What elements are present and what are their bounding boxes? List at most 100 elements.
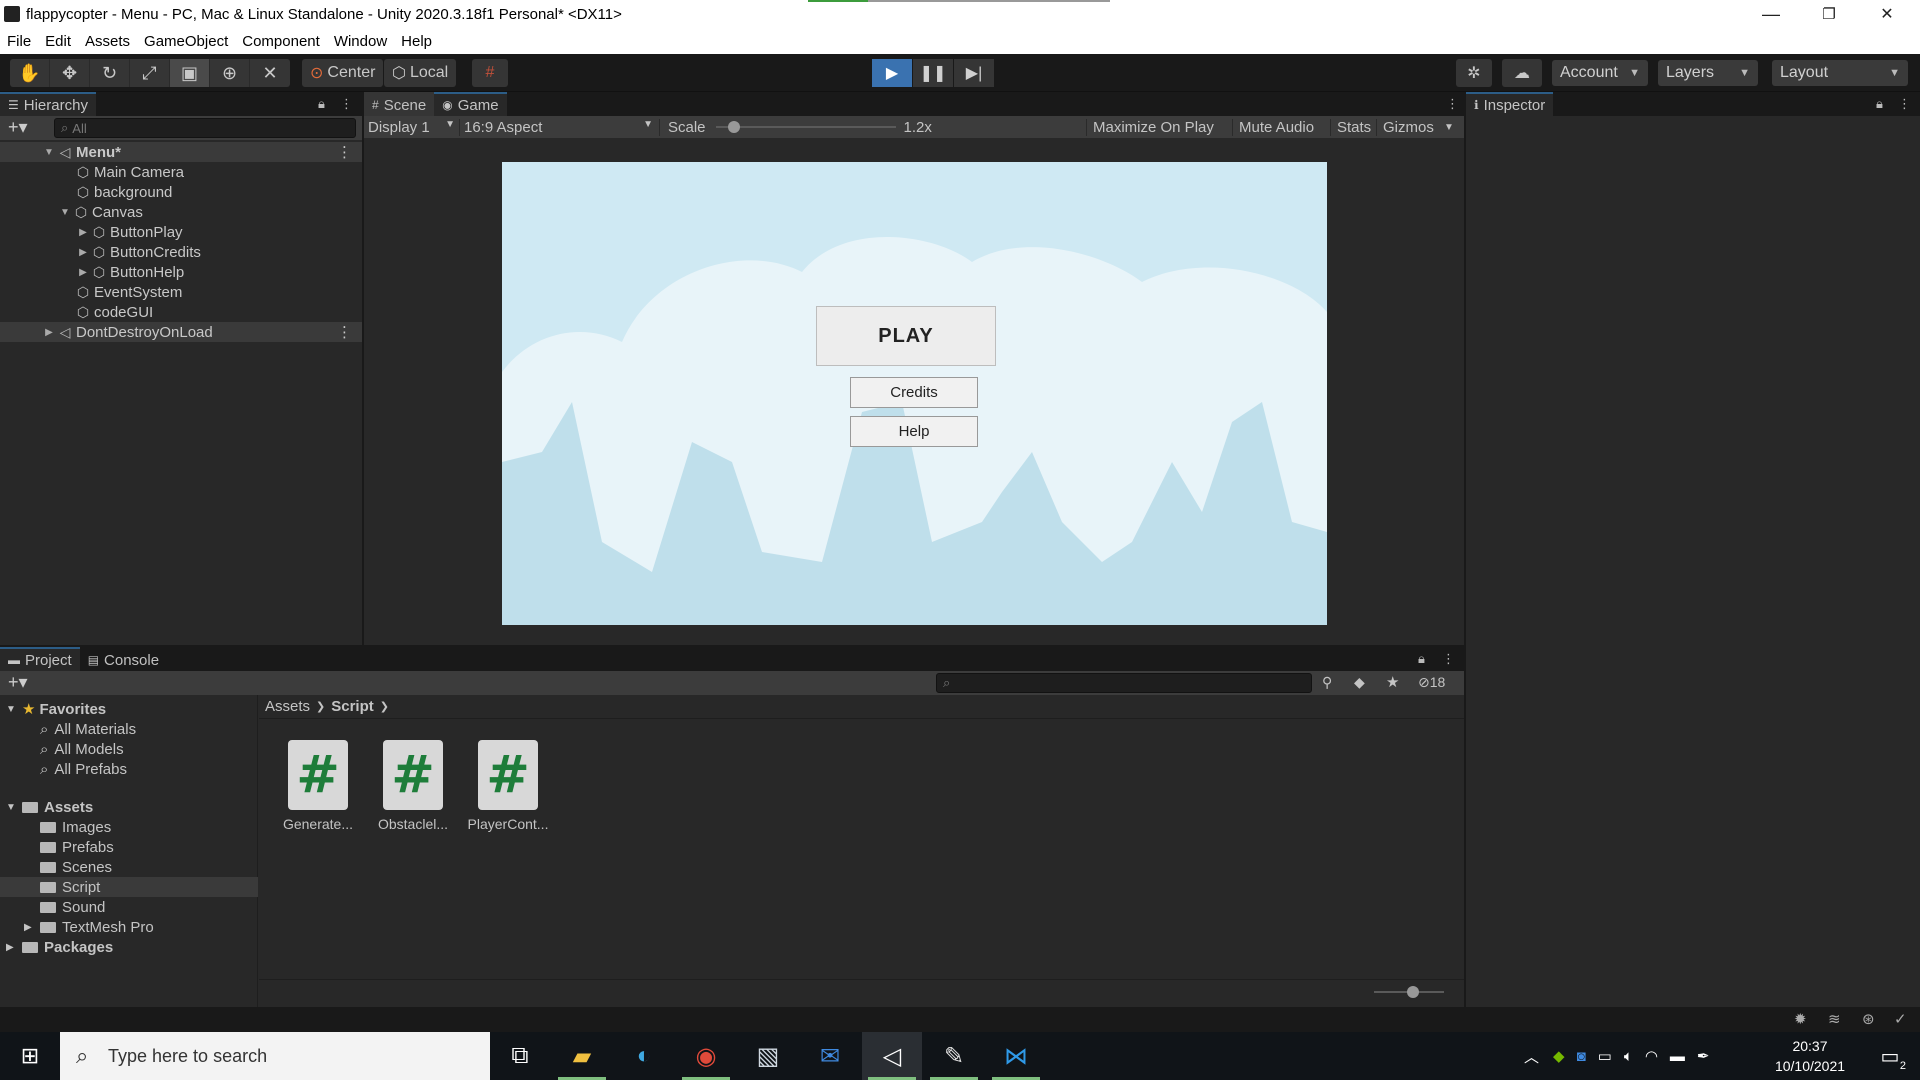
- script-file-generate[interactable]: # Generate...: [273, 740, 363, 832]
- pivot-center-toggle[interactable]: ⊙ Center: [302, 59, 384, 87]
- stats-toggle[interactable]: Stats: [1330, 118, 1377, 136]
- cloud-icon[interactable]: ☁: [1502, 59, 1542, 87]
- folder-textmesh-pro[interactable]: ▶ TextMesh Pro: [24, 917, 154, 937]
- check-icon[interactable]: ✓: [1894, 1010, 1907, 1028]
- unity-taskbar-icon[interactable]: ◁: [862, 1032, 922, 1080]
- folder-script[interactable]: Script: [40, 877, 100, 897]
- custom-tool-icon[interactable]: ✕: [250, 59, 290, 87]
- folder-images[interactable]: Images: [40, 817, 111, 837]
- taskbar-search[interactable]: ⌕ Type here to search: [60, 1032, 490, 1080]
- play-icon[interactable]: ▶: [872, 59, 912, 87]
- hand-tool-icon[interactable]: ✋: [10, 59, 50, 87]
- hierarchy-search[interactable]: ⌕ All: [54, 118, 356, 138]
- add-icon[interactable]: +▾: [8, 117, 28, 138]
- pivot-local-toggle[interactable]: ⬡ Local: [384, 59, 457, 87]
- hierarchy-row-background[interactable]: ⬡ background: [0, 182, 362, 202]
- assets-folder[interactable]: ▼ Assets: [6, 797, 93, 817]
- collab-icon[interactable]: ✲: [1456, 59, 1492, 87]
- add-icon[interactable]: +▾: [8, 672, 28, 693]
- mute-audio-toggle[interactable]: Mute Audio: [1232, 118, 1320, 136]
- wifi-icon[interactable]: ◠: [1645, 1047, 1658, 1065]
- display-dropdown[interactable]: Display 1 ▼: [364, 118, 460, 136]
- nvidia-icon[interactable]: ◆: [1553, 1047, 1565, 1065]
- script-file-playercontroller[interactable]: # PlayerCont...: [463, 740, 553, 832]
- credits-game-button[interactable]: Credits: [850, 377, 978, 408]
- vscode-icon[interactable]: ⋈: [986, 1032, 1046, 1080]
- hierarchy-row-buttonplay[interactable]: ▶ ⬡ ButtonPlay: [0, 222, 362, 242]
- lock-icon[interactable]: 🔒︎: [318, 96, 325, 112]
- menu-assets[interactable]: Assets: [78, 33, 137, 50]
- layers-status-icon[interactable]: ≋: [1828, 1010, 1841, 1028]
- folder-sound[interactable]: Sound: [40, 897, 105, 917]
- mail-icon[interactable]: ✉: [800, 1032, 860, 1080]
- maximize-on-play-toggle[interactable]: Maximize On Play: [1086, 118, 1220, 136]
- tab-console[interactable]: ▤ Console: [79, 647, 168, 671]
- notification-icon[interactable]: ▭ 2: [1862, 1032, 1918, 1080]
- fav-all-materials[interactable]: ⌕ All Materials: [40, 719, 136, 739]
- menu-file[interactable]: File: [0, 33, 38, 50]
- rect-tool-icon[interactable]: ▣: [170, 59, 210, 87]
- folder-scenes[interactable]: Scenes: [40, 857, 112, 877]
- fav-all-prefabs[interactable]: ⌕ All Prefabs: [40, 759, 127, 779]
- label-icon[interactable]: ◆: [1354, 674, 1365, 691]
- teams-icon[interactable]: ◙: [1577, 1048, 1586, 1065]
- chevron-up-icon[interactable]: ︿: [1524, 1046, 1539, 1067]
- drive-icon[interactable]: ▭: [1598, 1047, 1612, 1065]
- grid-snap-icon[interactable]: #: [472, 59, 508, 87]
- step-icon[interactable]: ▶|: [954, 59, 994, 87]
- help-game-button[interactable]: Help: [850, 416, 978, 447]
- favorites-item[interactable]: ▼ ★ Favorites: [6, 699, 106, 719]
- file-explorer-icon[interactable]: ▰: [552, 1032, 612, 1080]
- aspect-dropdown[interactable]: 16:9 Aspect ▼: [460, 118, 660, 136]
- debug-icon[interactable]: ✹: [1794, 1010, 1807, 1028]
- play-game-button[interactable]: PLAY: [816, 306, 996, 366]
- scale-slider[interactable]: [715, 116, 896, 138]
- more-options-icon[interactable]: ⋮: [337, 323, 352, 341]
- hierarchy-row-main-camera[interactable]: ⬡ Main Camera: [0, 162, 362, 182]
- project-search[interactable]: ⌕: [936, 673, 1312, 693]
- menu-window[interactable]: Window: [327, 33, 394, 50]
- chevron-down-icon[interactable]: ▼: [1444, 122, 1454, 133]
- hierarchy-row-scene[interactable]: ▼ ◁ Menu* ⋮: [0, 142, 362, 162]
- folder-prefabs[interactable]: Prefabs: [40, 837, 114, 857]
- slider-thumb[interactable]: [1407, 986, 1419, 998]
- tab-inspector[interactable]: ℹ Inspector: [1466, 92, 1554, 116]
- tab-scene[interactable]: # Scene: [364, 92, 435, 116]
- game-view[interactable]: PLAY Credits Help: [502, 162, 1327, 625]
- hierarchy-row-dontdestroyonload[interactable]: ▶ ◁ DontDestroyOnLoad ⋮: [0, 322, 362, 342]
- pen-icon[interactable]: ✒: [1697, 1047, 1710, 1065]
- layout-dropdown[interactable]: Layout ▼: [1772, 60, 1908, 86]
- hidden-packages-toggle[interactable]: ⊘18: [1418, 674, 1445, 691]
- hierarchy-row-canvas[interactable]: ▼ ⬡ Canvas: [0, 202, 362, 222]
- gizmos-toggle[interactable]: Gizmos: [1376, 118, 1440, 136]
- hierarchy-row-buttonhelp[interactable]: ▶ ⬡ ButtonHelp: [0, 262, 362, 282]
- edge-icon[interactable]: ◐: [614, 1032, 674, 1080]
- lock-icon[interactable]: 🔒︎: [1418, 651, 1425, 667]
- menu-edit[interactable]: Edit: [38, 33, 78, 50]
- transform-tool-icon[interactable]: ⊕: [210, 59, 250, 87]
- tab-game[interactable]: ◉ Game: [434, 92, 507, 116]
- account-dropdown[interactable]: Account ▼: [1552, 60, 1648, 86]
- favorite-star-icon[interactable]: ★: [1386, 673, 1399, 691]
- more-options-icon[interactable]: ⋮: [340, 96, 353, 112]
- minimize-button[interactable]: —: [1742, 0, 1800, 28]
- windows-start-icon[interactable]: ⊞: [0, 1032, 60, 1080]
- fav-all-models[interactable]: ⌕ All Models: [40, 739, 124, 759]
- script-file-obstacle[interactable]: # Obstaclel...: [368, 740, 458, 832]
- collab-status-icon[interactable]: ⊛: [1862, 1010, 1875, 1028]
- breadcrumb-assets[interactable]: Assets: [265, 698, 310, 715]
- hierarchy-row-eventsystem[interactable]: ⬡ EventSystem: [0, 282, 362, 302]
- breadcrumb-script[interactable]: Script: [331, 698, 374, 715]
- restore-button[interactable]: ❐: [1800, 0, 1858, 28]
- menu-gameobject[interactable]: GameObject: [137, 33, 235, 50]
- hierarchy-row-buttoncredits[interactable]: ▶ ⬡ ButtonCredits: [0, 242, 362, 262]
- menu-component[interactable]: Component: [235, 33, 327, 50]
- hierarchy-row-codegui[interactable]: ⬡ codeGUI: [0, 302, 362, 322]
- battery-icon[interactable]: ▬: [1670, 1048, 1685, 1065]
- close-button[interactable]: ✕: [1858, 0, 1916, 28]
- packages-folder[interactable]: ▶ Packages: [6, 937, 113, 957]
- lock-icon[interactable]: 🔒︎: [1876, 96, 1883, 112]
- filter-type-icon[interactable]: ⚲: [1322, 674, 1332, 691]
- rotate-tool-icon[interactable]: ↻: [90, 59, 130, 87]
- move-tool-icon[interactable]: ✥: [50, 59, 90, 87]
